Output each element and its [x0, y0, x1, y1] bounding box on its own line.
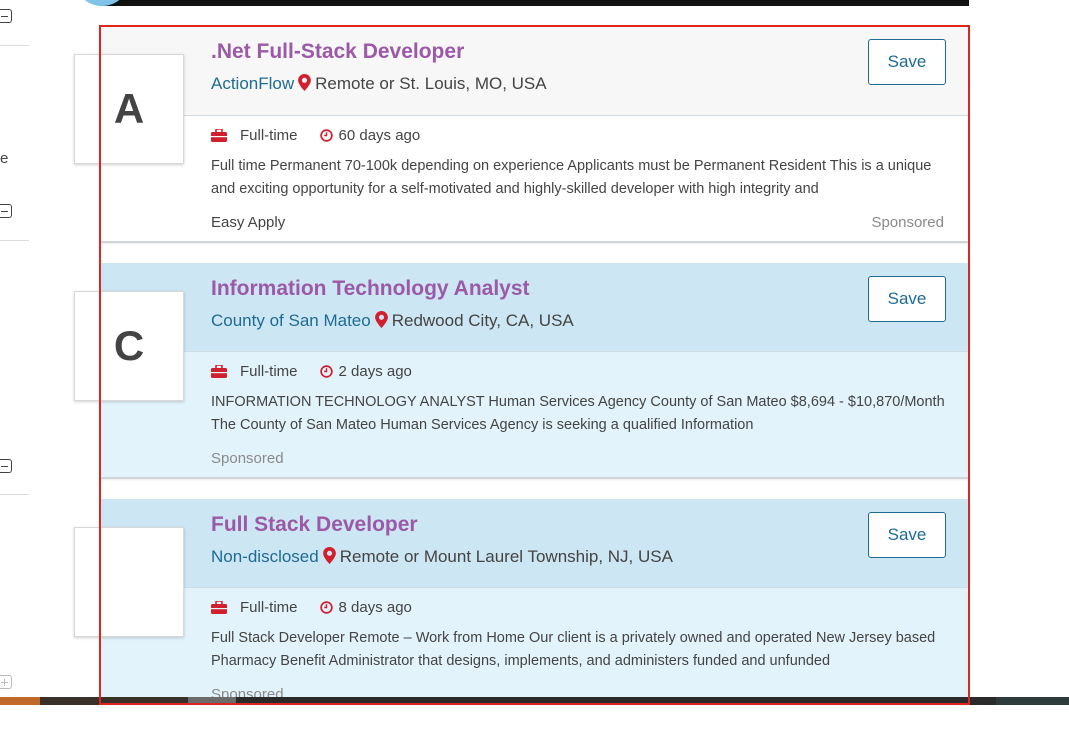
job-title[interactable]: Information Technology Analyst — [211, 277, 530, 301]
job-card-body: Full-time 8 days ago Full Stack Develope… — [101, 588, 968, 704]
sponsored-label: Sponsored — [211, 450, 284, 467]
sidebar-truncated-label: e — [0, 150, 9, 167]
job-company-location: ActionFlow Remote or St. Louis, MO, USA — [211, 74, 547, 94]
clock-icon — [319, 601, 333, 614]
job-meta: Full-time 60 days ago — [211, 127, 420, 144]
job-card[interactable]: .Net Full-Stack Developer ActionFlow Remo… — [101, 26, 968, 243]
sidebar-divider — [0, 494, 29, 495]
job-card-body: Full-time 60 days ago Full time Permanen… — [101, 116, 968, 241]
job-type: Full-time — [240, 599, 298, 616]
job-location: Remote or Mount Laurel Township, NJ, USA — [339, 547, 673, 566]
expand-icon[interactable] — [0, 675, 12, 689]
job-description: Full Stack Developer Remote – Work from … — [211, 630, 936, 669]
collapse-icon[interactable] — [0, 204, 12, 218]
job-card-header: Full Stack Developer Non-disclosed Remote… — [101, 499, 968, 588]
job-posted-date: 60 days ago — [338, 127, 421, 144]
job-description: Full time Permanent 70-100k depending on… — [211, 158, 932, 197]
job-title[interactable]: Full Stack Developer — [211, 513, 418, 537]
company-logo[interactable]: A — [74, 54, 184, 164]
job-company-location: Non-disclosed Remote or Mount Laurel Town… — [211, 547, 673, 567]
company-logo[interactable] — [74, 527, 184, 637]
collapse-icon[interactable] — [0, 9, 12, 23]
job-meta: Full-time 2 days ago — [211, 363, 412, 380]
job-card-body: Full-time 2 days ago INFORMATION TECHNOL… — [101, 352, 968, 477]
sponsored-label: Sponsored — [871, 214, 944, 231]
company-logo[interactable]: C — [74, 291, 184, 401]
job-type: Full-time — [240, 363, 298, 380]
job-location: Redwood City, CA, USA — [391, 311, 574, 330]
save-button[interactable]: Save — [868, 39, 946, 85]
top-banner — [100, 0, 969, 6]
location-pin-icon — [374, 311, 388, 328]
job-title[interactable]: .Net Full-Stack Developer — [211, 40, 464, 64]
sidebar-divider — [0, 45, 29, 46]
job-posted-date: 2 days ago — [338, 363, 412, 380]
collapse-icon[interactable] — [0, 459, 12, 473]
clock-icon — [319, 129, 333, 142]
company-link[interactable]: County of San Mateo — [211, 311, 371, 330]
job-posted-date: 8 days ago — [338, 599, 412, 616]
job-card-header: Information Technology Analyst County of… — [101, 263, 968, 352]
save-button[interactable]: Save — [868, 276, 946, 322]
briefcase-icon — [211, 129, 227, 142]
company-link[interactable]: ActionFlow — [211, 74, 294, 93]
briefcase-icon — [211, 601, 227, 614]
job-description: INFORMATION TECHNOLOGY ANALYST Human Ser… — [211, 394, 945, 433]
job-location: Remote or St. Louis, MO, USA — [315, 74, 547, 93]
company-link[interactable]: Non-disclosed — [211, 547, 319, 566]
easy-apply-badge: Easy Apply — [211, 214, 286, 231]
clock-icon — [319, 365, 333, 378]
job-company-location: County of San Mateo Redwood City, CA, USA — [211, 311, 574, 331]
job-card[interactable]: Full Stack Developer Non-disclosed Remote… — [101, 499, 968, 704]
save-button[interactable]: Save — [868, 512, 946, 558]
job-type: Full-time — [240, 127, 298, 144]
job-meta: Full-time 8 days ago — [211, 599, 412, 616]
briefcase-icon — [211, 365, 227, 378]
location-pin-icon — [322, 547, 336, 564]
job-card-header: .Net Full-Stack Developer ActionFlow Remo… — [101, 26, 968, 116]
bottom-strip — [0, 697, 1069, 705]
location-pin-icon — [298, 74, 312, 91]
job-card[interactable]: Information Technology Analyst County of… — [101, 263, 968, 479]
page: e .Net Full-Stack Developer ActionFlow Re… — [0, 0, 1069, 730]
sidebar-divider — [0, 240, 29, 241]
